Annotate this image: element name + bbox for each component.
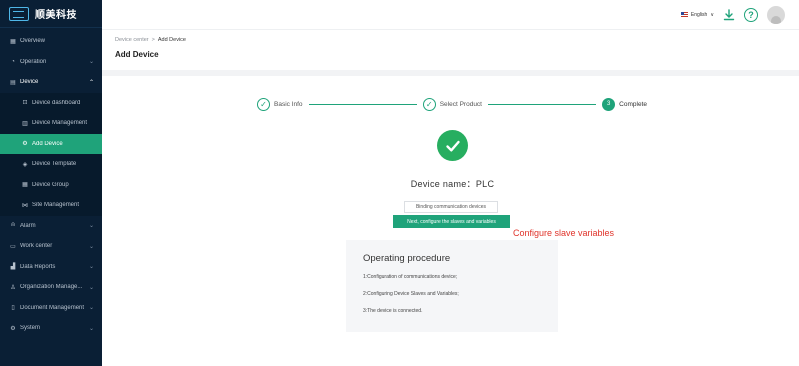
annotation-text: Configure slave variables [513, 228, 615, 238]
sidebar-item-device-template[interactable]: ◈ Device Template [0, 154, 102, 175]
sidebar-item-label: Data Reports [20, 263, 56, 270]
page-title: Add Device [115, 50, 159, 59]
add-device-icon: ⚙ [22, 141, 28, 148]
language-label: English [690, 11, 708, 18]
check-icon: ✓ [257, 97, 270, 111]
breadcrumb-separator: > [151, 37, 155, 43]
app-root: 顺美科技 ▦ Overview ◔ Operation ⌄ ▤ Device ⌃… [0, 0, 799, 366]
page-header: Device center > Add Device Add Device [102, 29, 799, 69]
sidebar-item-label: Device dashboard [32, 99, 81, 106]
sidebar: 顺美科技 ▦ Overview ◔ Operation ⌄ ▤ Device ⌃… [0, 0, 102, 366]
dashboard-icon: ⊡ [22, 100, 28, 107]
chevron-down-icon: ∨ [710, 11, 714, 18]
sidebar-item-label: Site Management [32, 202, 80, 209]
chevron-down-icon: ⌄ [88, 264, 94, 271]
sidebar-item-device-management[interactable]: ▥ Device Management [0, 113, 102, 134]
chart-icon: ▟ [10, 264, 16, 271]
brand-name: 顺美科技 [35, 10, 77, 21]
sidebar-item-data-reports[interactable]: ▟ Data Reports ⌄ [0, 257, 102, 278]
document-icon: ▯ [11, 305, 15, 312]
sidebar-item-operation[interactable]: ◔ Operation ⌄ [0, 52, 102, 73]
step-connector [488, 103, 597, 105]
check-icon: ✓ [422, 97, 436, 111]
site-icon: ⋈ [22, 202, 28, 209]
sidebar-item-device[interactable]: ▤ Device ⌃ [0, 72, 102, 93]
sidebar-item-device-group[interactable]: ▦ Device Group [0, 175, 102, 196]
breadcrumb-current: Add Device [157, 37, 186, 43]
step-number: 3 [602, 97, 616, 111]
gauge-icon: ◔ [11, 58, 15, 65]
step-select-product: ✓ Select Product [422, 97, 482, 111]
sidebar-item-work-center[interactable]: ▭ Work center ⌄ [0, 236, 102, 257]
procedure-item: 3:The device is connected. [363, 308, 423, 314]
settings-icon: ⚙ [10, 325, 16, 332]
step-label: Select Product [439, 100, 482, 108]
org-icon: ♙ [10, 284, 16, 291]
success-check-icon [437, 130, 468, 161]
step-connector [308, 103, 417, 105]
avatar[interactable] [767, 5, 785, 24]
procedure-item: 2:Configuring Device Slaves and Variable… [363, 291, 459, 297]
step-label: Complete [619, 100, 647, 108]
logo-icon [9, 6, 29, 21]
operating-procedure-panel: Operating procedure 1:Configuration of c… [346, 240, 558, 332]
sidebar-item-label: Operation [20, 58, 47, 65]
binding-communication-devices-button[interactable]: Binding communication devices [404, 201, 498, 213]
sidebar-item-label: Device Group [32, 181, 69, 188]
device-submenu: ⊡ Device dashboard ▥ Device Management ⚙… [0, 92, 102, 216]
step-label: Basic Info [274, 100, 303, 108]
chevron-up-icon: ⌃ [88, 79, 94, 86]
list-icon: ▥ [22, 120, 28, 127]
grid-icon: ▦ [10, 38, 16, 45]
chevron-down-icon: ⌄ [88, 223, 94, 230]
sidebar-item-label: Add Device [32, 140, 63, 147]
sidebar-item-label: Device [20, 79, 39, 86]
device-name: Device name：PLC [410, 179, 495, 189]
sidebar-item-device-dashboard[interactable]: ⊡ Device dashboard [0, 93, 102, 114]
download-icon[interactable] [723, 8, 735, 21]
sidebar-item-label: Overview [20, 38, 46, 45]
sidebar-item-label: Document Management [20, 304, 85, 311]
sidebar-item-label: Work center [20, 243, 53, 250]
sidebar-item-overview[interactable]: ▦ Overview [0, 31, 102, 52]
chevron-down-icon: ⌄ [88, 59, 94, 66]
chevron-down-icon: ⌄ [88, 325, 94, 332]
device-icon: ▤ [10, 79, 16, 86]
sidebar-item-label: System [20, 325, 41, 332]
us-flag-icon [680, 12, 688, 17]
bell-icon: ⍝ [11, 222, 15, 229]
breadcrumb: Device center > Add Device [115, 37, 799, 43]
sidebar-item-label: Organization Manage... [20, 284, 83, 291]
breadcrumb-parent[interactable]: Device center [115, 37, 149, 43]
step-progress: ✓ Basic Info ✓ Select Product 3 Complete [257, 96, 647, 112]
group-icon: ▦ [22, 182, 28, 189]
procedure-title: Operating procedure [363, 253, 451, 264]
sidebar-item-alarm[interactable]: ⍝ Alarm ⌄ [0, 216, 102, 237]
language-selector[interactable]: English ∨ [680, 11, 714, 18]
chevron-down-icon: ⌄ [88, 243, 94, 250]
brand-logo[interactable]: 顺美科技 [0, 0, 102, 28]
sidebar-item-label: Device Management [32, 120, 88, 127]
step-basic-info: ✓ Basic Info [257, 97, 303, 111]
sidebar-item-site-management[interactable]: ⋈ Site Management [0, 195, 102, 216]
sidebar-item-organization[interactable]: ♙ Organization Manage... ⌄ [0, 277, 102, 298]
sidebar-item-system[interactable]: ⚙ System ⌄ [0, 318, 102, 339]
work-icon: ▭ [10, 243, 16, 250]
top-header: English ∨ ? [102, 0, 799, 29]
sidebar-item-add-device[interactable]: ⚙ Add Device [0, 133, 102, 154]
help-icon[interactable]: ? [744, 7, 758, 22]
sidebar-nav: ▦ Overview ◔ Operation ⌄ ▤ Device ⌃ ⊡ De… [0, 28, 102, 339]
step-complete: 3 Complete [602, 97, 647, 111]
chevron-down-icon: ⌄ [88, 305, 94, 312]
template-icon: ◈ [22, 161, 28, 168]
procedure-item: 1:Configuration of communications device… [363, 274, 458, 280]
configure-slaves-button[interactable]: Next, configure the slaves and variables [393, 215, 510, 228]
sidebar-item-label: Device Template [32, 161, 77, 168]
sidebar-item-label: Alarm [20, 222, 36, 229]
sidebar-item-document-management[interactable]: ▯ Document Management ⌄ [0, 298, 102, 319]
chevron-down-icon: ⌄ [88, 284, 94, 291]
